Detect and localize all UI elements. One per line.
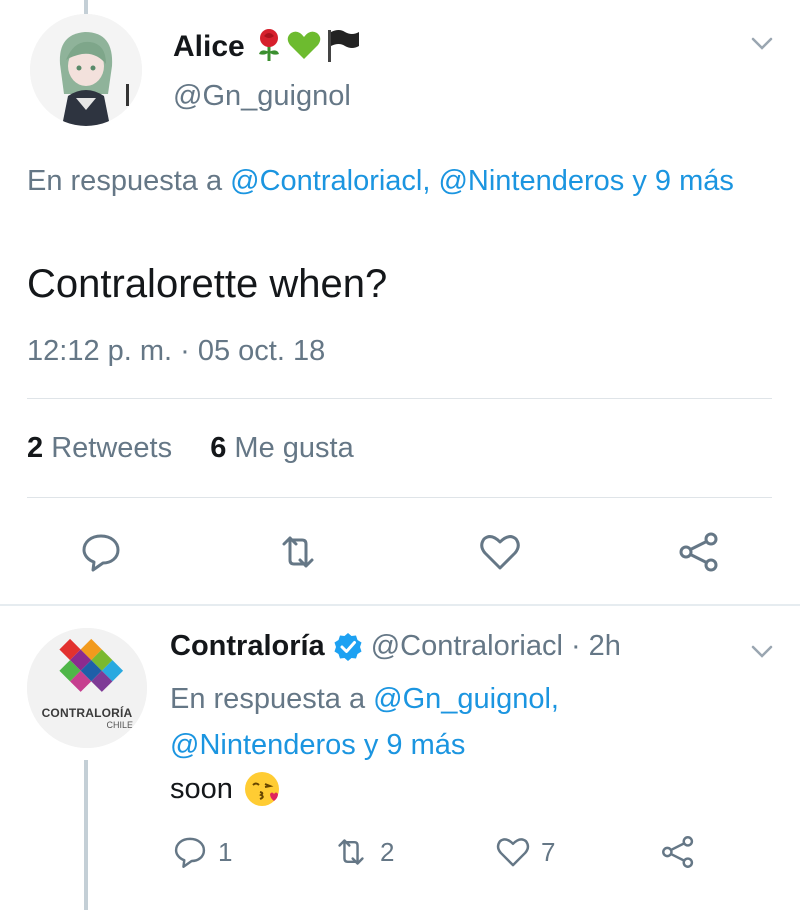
tweet-separator: [0, 604, 800, 606]
like-heart-icon[interactable]: [478, 530, 522, 574]
reply-target-link[interactable]: @Gn_guignol,: [373, 683, 559, 715]
reply-icon: [174, 837, 206, 868]
retweet-icon[interactable]: [276, 530, 320, 574]
author-handle[interactable]: @Gn_guignol: [173, 80, 351, 113]
like-action[interactable]: 7: [495, 834, 555, 870]
divider: [27, 398, 772, 399]
tweet-text: soon: [170, 772, 233, 805]
avatar-anime-girl-icon: [30, 14, 142, 126]
retweet-count: 2: [380, 836, 395, 867]
reply-count: 1: [218, 836, 233, 867]
reply-prefix: En respuesta a: [27, 165, 231, 197]
avatar[interactable]: [30, 14, 142, 126]
author-name[interactable]: Alice: [173, 30, 245, 64]
tweet-timestamp[interactable]: 12:12 p. m. · 05 oct. 18: [27, 335, 325, 368]
author-handle-time[interactable]: @Contraloriacl · 2h: [371, 630, 621, 663]
author-name[interactable]: Contraloría: [170, 630, 325, 663]
reply-icon[interactable]: [79, 530, 123, 574]
reply-action[interactable]: 1: [172, 834, 232, 870]
tweet-stats: 2 Retweets 6 Me gusta: [27, 432, 354, 465]
retweet-label: Retweets: [51, 432, 173, 464]
share-icon[interactable]: [660, 834, 696, 870]
retweet-action[interactable]: 2: [332, 834, 394, 870]
chevron-down-icon[interactable]: [751, 645, 773, 659]
retweet-icon: [338, 839, 364, 865]
like-count: 7: [541, 836, 556, 867]
like-count: 6: [210, 432, 227, 464]
black-flag-icon: [328, 30, 359, 62]
tweet-text: Contralorette when?: [27, 262, 388, 306]
tweet-header: Contraloría @Contraloriacl · 2h: [170, 630, 621, 663]
like-label: Me gusta: [234, 432, 354, 464]
divider: [27, 497, 772, 498]
logo-subtext: CHILE: [106, 720, 133, 730]
retweet-count: 2: [27, 432, 44, 464]
likes-stat[interactable]: 6 Me gusta: [210, 432, 354, 464]
avatar[interactable]: CONTRALORÍA CHILE: [27, 628, 147, 748]
green-heart-icon: [287, 31, 321, 59]
chevron-down-icon[interactable]: [751, 37, 773, 51]
kissing-face-emoji-icon: [244, 772, 279, 806]
logo-text: CONTRALORÍA: [41, 706, 133, 720]
reply-context: En respuesta a @Gn_guignol, @Nintenderos…: [170, 676, 730, 768]
rose-icon: [259, 29, 279, 61]
tweet-text-row: soon: [170, 770, 281, 808]
contraloria-logo-icon: [27, 628, 147, 748]
reply-targets-link[interactable]: @Contraloriacl, @Nintenderos y 9 más: [230, 165, 734, 197]
reply-targets-link[interactable]: @Nintenderos y 9 más: [170, 729, 465, 761]
retweets-stat[interactable]: 2 Retweets: [27, 432, 172, 464]
thread-line: [84, 0, 88, 14]
like-heart-icon: [496, 838, 530, 867]
share-icon[interactable]: [677, 530, 721, 574]
verified-badge-icon: [334, 632, 362, 661]
author-emojis: [255, 28, 361, 62]
thread-line: [84, 760, 88, 910]
reply-context: En respuesta a @Contraloriacl, @Nintende…: [27, 160, 772, 202]
reply-prefix: En respuesta a: [170, 683, 374, 715]
